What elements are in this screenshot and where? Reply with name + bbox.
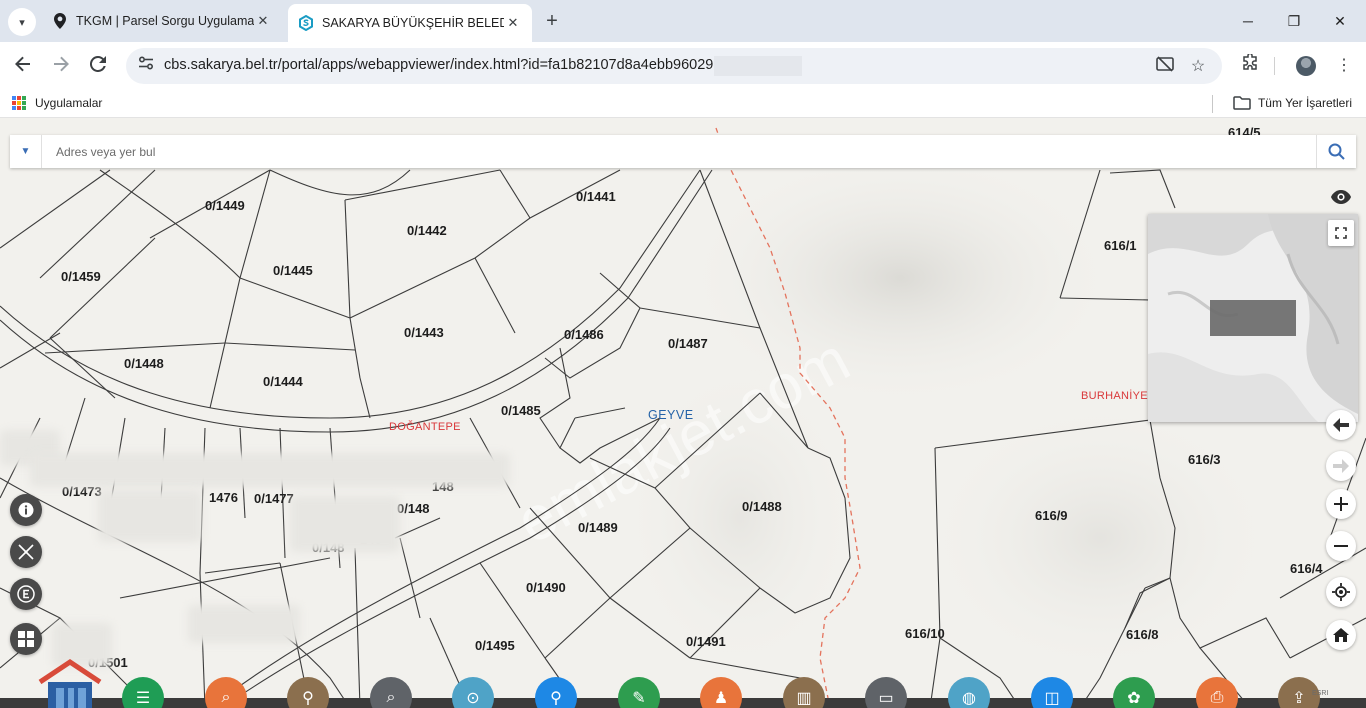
zoom-in-icon[interactable] (1326, 489, 1356, 519)
url-redacted (714, 56, 802, 76)
cast-off-icon[interactable] (1154, 56, 1176, 78)
next-extent-icon[interactable] (1326, 451, 1356, 481)
place-label-burhaniye: BURHANİYE (1081, 390, 1148, 402)
parcel-label[interactable]: 0/1443 (404, 325, 444, 340)
back-arrow-icon[interactable] (9, 52, 37, 80)
parcel-label[interactable]: 616/10 (905, 626, 945, 641)
parcel-label[interactable]: 616/9 (1035, 508, 1068, 523)
browser-toolbar: cbs.sakarya.bel.tr/portal/apps/webappvie… (0, 42, 1366, 90)
measure-icon[interactable] (10, 536, 42, 568)
parcel-label[interactable]: 616/3 (1188, 452, 1221, 467)
parcel-label[interactable]: 0/1444 (263, 374, 303, 389)
place-label-dogantepe: DOĞANTEPE (389, 421, 461, 433)
tab-tkgm[interactable]: TKGM | Parsel Sorgu Uygulamas ✕ (42, 6, 282, 36)
location-pin-icon (52, 13, 68, 29)
address-bar[interactable]: cbs.sakarya.bel.tr/portal/apps/webappvie… (126, 48, 1222, 84)
town-label-geyve: GEYVE (648, 408, 694, 422)
overview-extent-box[interactable] (1210, 300, 1296, 336)
puzzle-icon[interactable] (1238, 52, 1262, 78)
parcel-label[interactable]: 616/8 (1126, 627, 1159, 642)
overview-map[interactable] (1148, 214, 1358, 422)
parcel-label[interactable]: 0/148 (397, 501, 430, 516)
eye-icon[interactable] (1326, 182, 1356, 212)
tab-search-chevron-icon[interactable]: ▾ (8, 8, 36, 36)
parcel-label[interactable]: 0/1477 (254, 491, 294, 506)
map-view[interactable]: emlakjet.com 614/5 0/1449 0/1441 0/1442 … (0, 118, 1366, 708)
parcel-label[interactable]: 616/1 (1104, 238, 1137, 253)
parcel-label[interactable]: 0/1487 (668, 336, 708, 351)
reload-icon[interactable] (84, 52, 112, 80)
search-button[interactable] (1316, 135, 1356, 168)
site-info-icon[interactable] (136, 56, 156, 76)
url-text[interactable]: cbs.sakarya.bel.tr/portal/apps/webappvie… (164, 57, 713, 73)
bookmark-star-icon[interactable]: ☆ (1187, 56, 1209, 78)
parcel-label[interactable]: 1476 (209, 490, 238, 505)
search-source-dropdown[interactable]: ▼ (10, 135, 42, 168)
municipality-logo (36, 658, 104, 708)
parcel-label[interactable]: 0/1442 (407, 223, 447, 238)
apps-shortcut[interactable]: Uygulamalar (12, 96, 102, 110)
tab-sakarya[interactable]: SAKARYA BÜYÜKŞEHİR BELEDİY ✕ (288, 4, 532, 42)
parcel-label[interactable]: 0/1490 (526, 580, 566, 595)
close-window-button[interactable]: ✕ (1320, 8, 1360, 34)
profile-avatar[interactable] (1296, 56, 1316, 76)
search-input[interactable] (56, 143, 1256, 161)
bookmark-divider (1212, 95, 1213, 113)
kebab-menu-icon[interactable]: ⋮ (1332, 54, 1356, 78)
parcel-label[interactable]: 0/1448 (124, 356, 164, 371)
all-bookmarks-label: Tüm Yer İşaretleri (1257, 96, 1352, 110)
tab-title: TKGM | Parsel Sorgu Uygulamas (76, 14, 254, 28)
parcel-label[interactable]: 0/1486 (564, 327, 604, 342)
sakarya-logo-icon (298, 15, 314, 31)
parcel-label[interactable]: 0/1485 (501, 403, 541, 418)
parcel-label[interactable]: 0/1489 (578, 520, 618, 535)
close-tab-icon[interactable]: ✕ (254, 13, 272, 29)
locate-icon[interactable] (1326, 577, 1356, 607)
parcel-label[interactable]: 0/1488 (742, 499, 782, 514)
fullscreen-icon[interactable] (1328, 220, 1354, 246)
search-icon (1328, 143, 1345, 160)
redacted-area (98, 490, 202, 542)
previous-extent-icon[interactable] (1326, 410, 1356, 440)
info-icon[interactable] (10, 494, 42, 526)
all-bookmarks[interactable]: Tüm Yer İşaretleri (1233, 96, 1352, 110)
address-search-bar: ▼ (10, 135, 1356, 168)
redacted-area (188, 605, 300, 643)
toolbar-divider (1274, 57, 1275, 75)
parcel-label[interactable]: 0/1449 (205, 198, 245, 213)
parcel-label[interactable]: 616/4 (1290, 561, 1323, 576)
parcel-label[interactable]: 0/1441 (576, 189, 616, 204)
zoom-out-icon[interactable] (1326, 531, 1356, 561)
basemap-gallery-icon[interactable] (10, 623, 42, 655)
minimize-button[interactable]: ─ (1228, 8, 1268, 34)
redacted-area (290, 496, 400, 552)
home-icon[interactable] (1326, 620, 1356, 650)
restore-button[interactable]: ❐ (1274, 8, 1314, 34)
new-tab-button[interactable]: + (538, 8, 566, 36)
parcel-label[interactable]: 0/1445 (273, 263, 313, 278)
parcel-label[interactable]: 0/1495 (475, 638, 515, 653)
coordinate-icon[interactable] (10, 578, 42, 610)
apps-grid-icon (12, 96, 26, 110)
apps-label: Uygulamalar (35, 96, 103, 110)
redacted-area (30, 453, 510, 487)
browser-tab-bar: ▾ TKGM | Parsel Sorgu Uygulamas ✕ SAKARY… (0, 0, 1366, 42)
tab-title: SAKARYA BÜYÜKŞEHİR BELEDİY (322, 16, 504, 30)
folder-icon (1233, 96, 1251, 110)
parcel-label[interactable]: 0/1459 (61, 269, 101, 284)
parcel-label[interactable]: 0/1491 (686, 634, 726, 649)
attribution-text: ESRI (1312, 690, 1329, 697)
bookmarks-bar: Uygulamalar Tüm Yer İşaretleri (0, 90, 1366, 118)
forward-arrow-icon[interactable] (47, 52, 75, 80)
close-tab-icon[interactable]: ✕ (504, 15, 522, 31)
